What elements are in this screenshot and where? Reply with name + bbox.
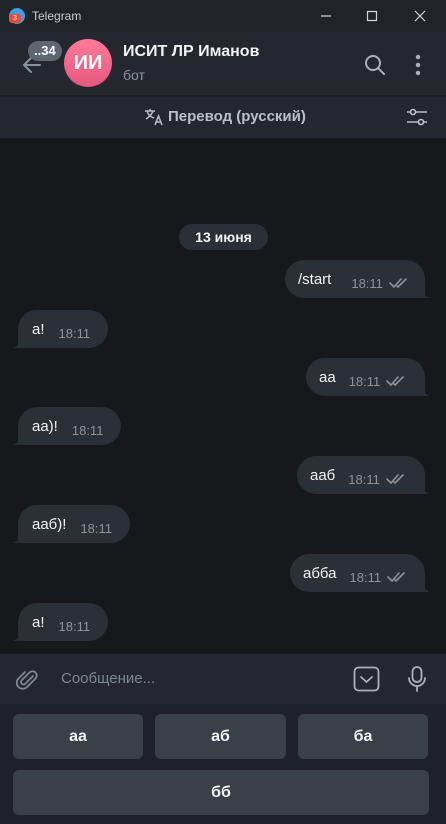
incoming-message[interactable]: аа)! 18:11 (13, 407, 121, 445)
message-text: аа)! (32, 417, 58, 435)
message-list[interactable]: 13 июня /start 18:11 а! 18:11 аа 18:11 а… (0, 138, 446, 654)
chat-header: ..34 ИИ ИСИТ ЛР Иманов бот (0, 32, 446, 96)
double-check-icon (386, 376, 405, 386)
maximize-button[interactable] (349, 0, 395, 32)
bubble-tail (13, 338, 21, 348)
message-time: 18:11 (349, 569, 382, 585)
keyboard-button[interactable]: ба (298, 714, 428, 759)
outgoing-message[interactable]: /start 18:11 (285, 260, 430, 298)
more-vertical-icon (415, 54, 421, 76)
message-time: 18:11 (348, 373, 381, 389)
attach-button[interactable] (15, 668, 40, 692)
bubble-tail (13, 435, 21, 445)
message-text: /start (298, 270, 332, 288)
message-text: ааб)! (32, 515, 67, 533)
double-check-icon (389, 278, 407, 288)
message-composer: Сообщение... (0, 654, 446, 704)
double-check-icon (386, 474, 404, 484)
bubble-tail (13, 631, 21, 641)
incoming-message[interactable]: а! 18:11 (13, 603, 108, 641)
message-text: абба (303, 564, 337, 582)
window-titlebar: 3 Telegram (0, 0, 446, 32)
incoming-message[interactable]: ааб)! 18:11 (13, 505, 130, 543)
bubble-tail (422, 484, 430, 494)
date-separator: 13 июня (179, 224, 268, 250)
bubble-tail (422, 288, 430, 298)
avatar[interactable]: ИИ (64, 39, 112, 87)
incoming-message[interactable]: а! 18:11 (13, 310, 108, 348)
message-time: 18:11 (71, 422, 104, 438)
message-time: 18:11 (80, 520, 113, 536)
message-time: 18:11 (351, 275, 383, 291)
message-text: а! (32, 613, 45, 631)
translate-icon (145, 109, 163, 126)
bubble-tail (422, 582, 430, 592)
bot-keyboard: аа аб ба бб (0, 704, 446, 824)
translate-label[interactable]: Перевод (русский) (168, 108, 306, 125)
unread-count-badge: ..34 (28, 41, 62, 61)
message-time: 18:11 (58, 325, 91, 341)
message-time: 18:11 (348, 471, 380, 487)
message-text: а! (32, 320, 45, 338)
keyboard-toggle-icon (353, 666, 380, 692)
search-icon (365, 55, 385, 75)
message-text: ааб (310, 466, 336, 484)
message-input[interactable]: Сообщение... (61, 670, 155, 687)
bubble-tail (422, 386, 430, 396)
paperclip-icon (15, 670, 38, 690)
message-time: 18:11 (58, 618, 91, 634)
outgoing-message[interactable]: аа 18:11 (306, 358, 430, 396)
minimize-icon (321, 15, 331, 17)
more-button[interactable] (410, 53, 426, 77)
outgoing-message[interactable]: абба 18:11 (290, 554, 430, 592)
bubble-tail (13, 533, 21, 543)
app-icon-badge: 3 (9, 14, 21, 23)
outgoing-message[interactable]: ааб 18:11 (297, 456, 430, 494)
keyboard-button[interactable]: аб (155, 714, 286, 759)
double-check-icon (387, 572, 405, 582)
window-title: Telegram (32, 9, 82, 23)
bot-keyboard-toggle[interactable] (353, 666, 380, 692)
message-text: аа (319, 368, 336, 386)
microphone-icon (408, 666, 426, 692)
maximize-icon (366, 10, 378, 22)
minimize-button[interactable] (303, 0, 349, 32)
telegram-logo-icon: 3 (9, 8, 25, 24)
voice-message-button[interactable] (406, 665, 428, 693)
translate-bar[interactable]: Перевод (русский) (0, 97, 446, 138)
chat-title[interactable]: ИСИТ ЛР Иманов (123, 43, 259, 61)
keyboard-button[interactable]: бб (13, 770, 429, 815)
close-icon (414, 10, 426, 22)
chat-status: бот (123, 67, 145, 83)
close-button[interactable] (397, 0, 443, 32)
search-button[interactable] (363, 53, 387, 77)
keyboard-button[interactable]: аа (13, 714, 143, 759)
translate-settings-icon[interactable] (406, 107, 428, 127)
